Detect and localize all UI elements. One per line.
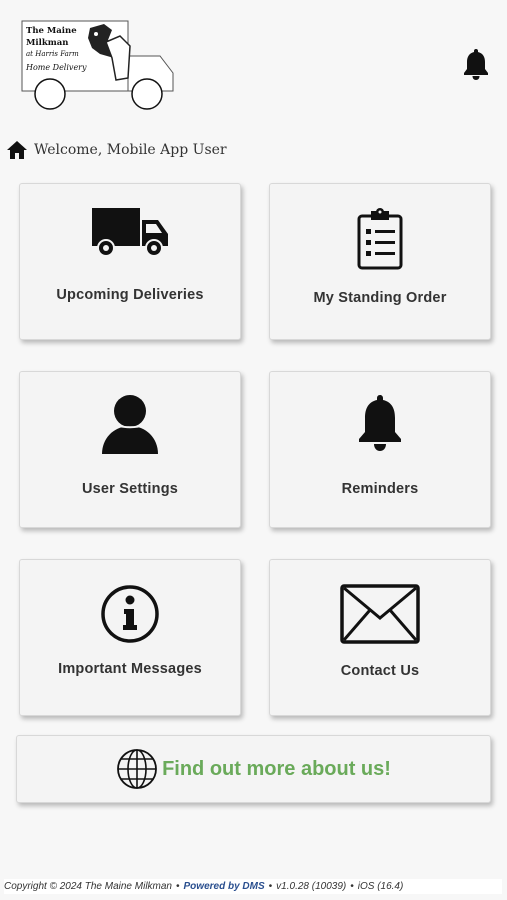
copyright-text: Copyright © 2024 The Maine Milkman [4, 881, 172, 892]
user-icon [20, 394, 240, 454]
welcome-text: Welcome, Mobile App User [34, 142, 227, 158]
logo-line-1: The Maine [26, 26, 77, 36]
find-out-more-button[interactable]: Find out more about us! [16, 735, 491, 803]
bullet-separator: • [350, 881, 354, 892]
user-settings-button[interactable]: User Settings [19, 371, 241, 528]
globe-icon [116, 748, 158, 790]
maine-milkman-logo: The Maine Milkman at Harris Farm Home De… [20, 18, 180, 113]
important-messages-button[interactable]: Important Messages [19, 559, 241, 716]
reminders-button[interactable]: Reminders [269, 371, 491, 528]
logo-line-4: Home Delivery [25, 63, 87, 72]
bullet-separator: • [268, 881, 273, 892]
home-icon[interactable] [6, 140, 28, 160]
app-header: The Maine Milkman at Harris Farm Home De… [0, 0, 507, 130]
my-standing-order-button[interactable]: My Standing Order [269, 183, 491, 340]
version-text: v1.0.28 (10039) [276, 881, 347, 892]
logo-line-2: Milkman [26, 38, 68, 48]
envelope-icon [270, 584, 490, 644]
footer: Copyright © 2024 The Maine Milkman • Pow… [4, 879, 502, 894]
platform-text: iOS (16.4) [357, 881, 404, 892]
truck-icon [20, 206, 240, 258]
tile-label: Upcoming Deliveries [56, 287, 204, 303]
tile-label: User Settings [81, 481, 179, 497]
logo-line-3: at Harris Farm [26, 50, 79, 58]
powered-by-link[interactable]: Powered by DMS [184, 881, 265, 892]
tile-label: Contact Us [340, 663, 420, 679]
tile-label: Reminders [341, 481, 419, 497]
find-out-more-label: Find out more about us! [162, 757, 391, 780]
tile-label: My Standing Order [313, 290, 447, 306]
info-icon [20, 584, 240, 644]
bullet-separator: • [176, 881, 180, 892]
bell-icon [270, 394, 490, 452]
notifications-bell-icon[interactable] [462, 47, 490, 81]
clipboard-icon [270, 208, 490, 270]
tile-label: Important Messages [58, 661, 202, 677]
welcome-bar: Welcome, Mobile App User [6, 138, 227, 162]
contact-us-button[interactable]: Contact Us [269, 559, 491, 716]
upcoming-deliveries-button[interactable]: Upcoming Deliveries [19, 183, 241, 340]
